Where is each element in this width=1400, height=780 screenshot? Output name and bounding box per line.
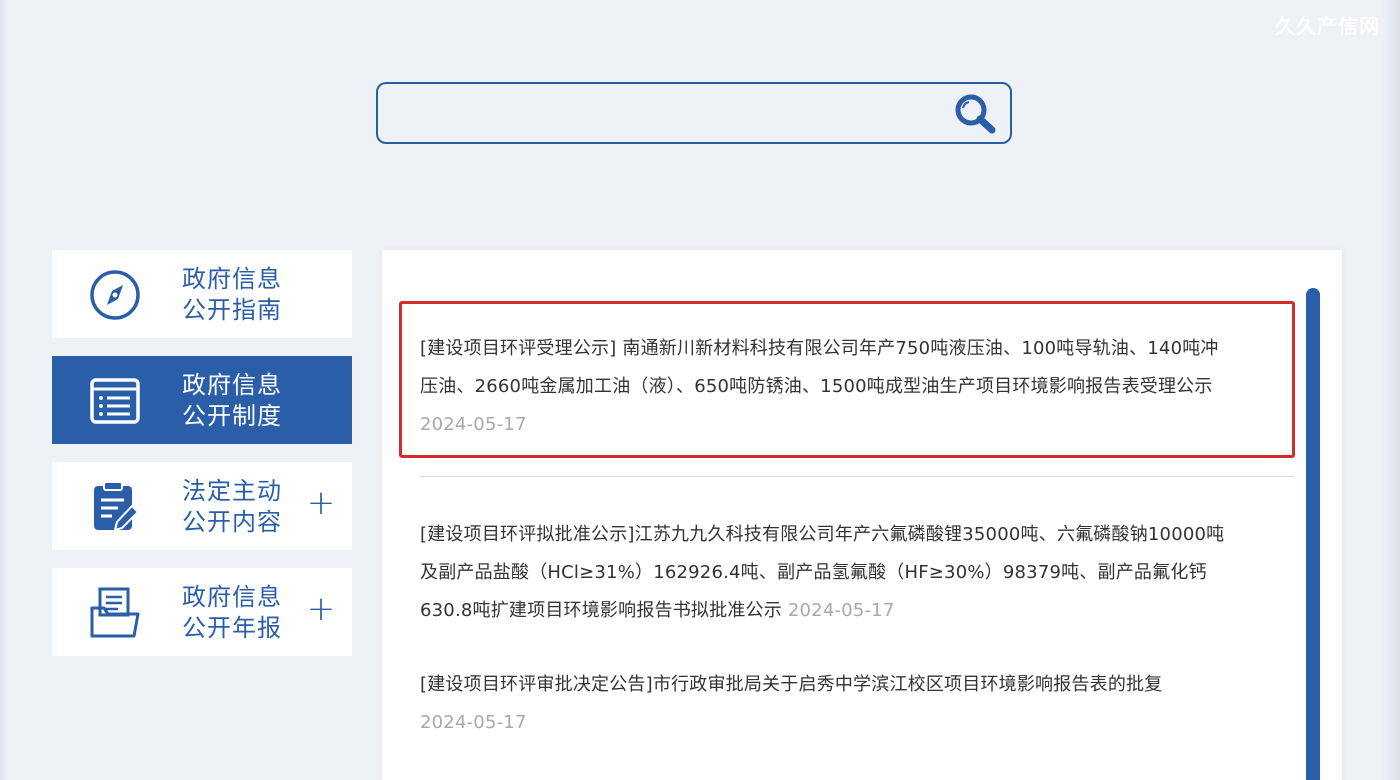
news-date: 2024-05-17 xyxy=(420,712,527,733)
label-line-2: 公开指南 xyxy=(182,296,282,324)
scrollbar[interactable] xyxy=(1306,288,1320,780)
news-date: 2024-05-17 xyxy=(420,414,527,435)
label-line-2: 公开年报 xyxy=(182,614,282,642)
search-bar xyxy=(376,82,1012,144)
sidebar-item-annual-report[interactable]: 政府信息 公开年报 + xyxy=(52,568,352,656)
news-title-line: [建设项目环评审批决定公告]市行政审批局关于启秀中学滨江校区项目环境影响报告表的… xyxy=(420,674,1163,695)
news-title[interactable]: [建设项目环评拟批准公示]江苏九九久科技有限公司年产六氟磷酸锂35000吨、六氟… xyxy=(420,516,1290,630)
label-line-2: 公开内容 xyxy=(182,508,282,536)
sidebar-item-statutory[interactable]: 法定主动 公开内容 + xyxy=(52,462,352,550)
news-divider xyxy=(420,476,1294,477)
compass-icon xyxy=(90,270,140,320)
label-line-2: 公开制度 xyxy=(182,402,282,430)
news-date: 2024-05-17 xyxy=(787,600,895,621)
sidebar-item-label: 法定主动 公开内容 xyxy=(182,476,302,538)
news-item[interactable]: [建设项目环评受理公示] 南通新川新材料科技有限公司年产750吨液压油、100吨… xyxy=(420,330,1290,444)
label-line-1: 政府信息 xyxy=(182,583,282,611)
search-button[interactable] xyxy=(952,92,998,136)
label-line-1: 政府信息 xyxy=(182,371,282,399)
news-title[interactable]: [建设项目环评审批决定公告]市行政审批局关于启秀中学滨江校区项目环境影响报告表的… xyxy=(420,666,1290,742)
sidebar-item-label: 政府信息 公开制度 xyxy=(182,370,302,432)
news-title-line: 630.8吨扩建项目环境影响报告书拟批准公示 xyxy=(420,600,782,621)
news-item[interactable]: [建设项目环评拟批准公示]江苏九九久科技有限公司年产六氟磷酸锂35000吨、六氟… xyxy=(420,516,1290,630)
sidebar-item-guide[interactable]: 政府信息 公开指南 xyxy=(52,250,352,338)
expand-plus-icon[interactable]: + xyxy=(306,486,336,520)
news-item[interactable]: [建设项目环评审批决定公告]市行政审批局关于启秀中学滨江校区项目环境影响报告表的… xyxy=(420,666,1290,742)
news-title-line: [建设项目环评拟批准公示]江苏九九久科技有限公司年产六氟磷酸锂35000吨、六氟… xyxy=(420,524,1225,545)
expand-plus-icon[interactable]: + xyxy=(306,592,336,626)
news-title-line: [建设项目环评受理公示] 南通新川新材料科技有限公司年产750吨液压油、100吨… xyxy=(420,338,1219,359)
label-line-1: 政府信息 xyxy=(182,265,282,293)
sidebar-item-label: 政府信息 公开年报 xyxy=(182,582,302,644)
folder-document-icon xyxy=(90,587,140,638)
watermark-logo: 久久产信网 xyxy=(1275,14,1380,38)
label-line-1: 法定主动 xyxy=(182,477,282,505)
document-list-icon xyxy=(90,378,140,424)
sidebar-item-label: 政府信息 公开指南 xyxy=(182,264,302,326)
right-edge-shade xyxy=(1382,0,1400,780)
search-input[interactable] xyxy=(394,96,934,132)
news-title-line: 及副产品盐酸（HCl≥31%）162926.4吨、副产品氢氟酸（HF≥30%）9… xyxy=(420,562,1207,583)
clipboard-edit-icon xyxy=(94,481,140,532)
left-edge-shade xyxy=(0,0,8,780)
search-icon xyxy=(955,94,996,134)
news-title-line: 压油、2660吨金属加工油（液）、650吨防锈油、1500吨成型油生产项目环境影… xyxy=(420,376,1213,397)
sidebar-item-system[interactable]: 政府信息 公开制度 xyxy=(52,356,352,444)
news-title[interactable]: [建设项目环评受理公示] 南通新川新材料科技有限公司年产750吨液压油、100吨… xyxy=(420,330,1290,444)
